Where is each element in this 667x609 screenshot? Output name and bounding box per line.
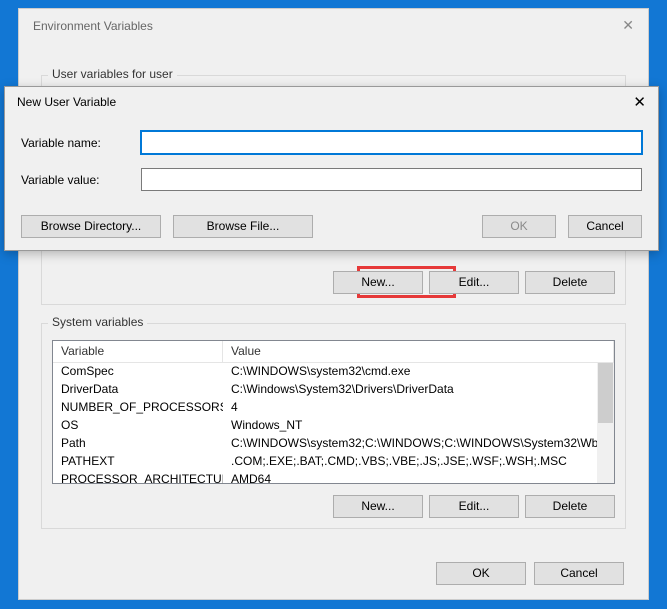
- cell-variable: ComSpec: [53, 363, 223, 381]
- sys-new-button[interactable]: New...: [333, 495, 423, 518]
- dialog-ok-button[interactable]: OK: [482, 215, 556, 238]
- user-edit-button[interactable]: Edit...: [429, 271, 519, 294]
- cell-variable: DriverData: [53, 381, 223, 399]
- name-field-row: Variable name:: [21, 131, 642, 154]
- value-field-row: Variable value:: [21, 168, 642, 191]
- table-header: Variable Value: [53, 341, 614, 363]
- table-row[interactable]: PATHEXT.COM;.EXE;.BAT;.CMD;.VBS;.VBE;.JS…: [53, 453, 614, 471]
- cell-value: Windows_NT: [223, 417, 614, 435]
- col-value[interactable]: Value: [223, 341, 614, 362]
- dialog-title: New User Variable: [5, 87, 658, 117]
- variable-value-input[interactable]: [141, 168, 642, 191]
- table-row[interactable]: PROCESSOR_ARCHITECTUREAMD64: [53, 471, 614, 484]
- new-user-variable-dialog: New User Variable ✕ Variable name: Varia…: [4, 86, 659, 251]
- cell-variable: NUMBER_OF_PROCESSORS: [53, 399, 223, 417]
- table-row[interactable]: PathC:\WINDOWS\system32;C:\WINDOWS;C:\WI…: [53, 435, 614, 453]
- ok-button[interactable]: OK: [436, 562, 526, 585]
- dialog-buttons-row: Browse Directory... Browse File... OK Ca…: [21, 215, 642, 238]
- cell-variable: OS: [53, 417, 223, 435]
- cell-value: AMD64: [223, 471, 614, 484]
- cell-value: C:\Windows\System32\Drivers\DriverData: [223, 381, 614, 399]
- variable-name-label: Variable name:: [21, 136, 141, 150]
- cell-value: 4: [223, 399, 614, 417]
- sys-edit-button[interactable]: Edit...: [429, 495, 519, 518]
- cancel-button[interactable]: Cancel: [534, 562, 624, 585]
- close-icon[interactable]: ✕: [622, 17, 634, 34]
- scrollbar[interactable]: [597, 363, 614, 483]
- cell-variable: Path: [53, 435, 223, 453]
- col-variable[interactable]: Variable: [53, 341, 223, 362]
- user-variables-title: User variables for user: [48, 67, 177, 81]
- user-delete-button[interactable]: Delete: [525, 271, 615, 294]
- browse-directory-button[interactable]: Browse Directory...: [21, 215, 161, 238]
- dialog-close-icon[interactable]: ✕: [633, 93, 646, 111]
- cell-value: C:\WINDOWS\system32;C:\WINDOWS;C:\WINDOW…: [223, 435, 614, 453]
- user-new-button[interactable]: New...: [333, 271, 423, 294]
- browse-file-button[interactable]: Browse File...: [173, 215, 313, 238]
- system-variables-title: System variables: [48, 315, 147, 329]
- system-variables-group: System variables Variable Value ComSpecC…: [41, 323, 626, 529]
- dialog-cancel-button[interactable]: Cancel: [568, 215, 642, 238]
- variable-name-input[interactable]: [141, 131, 642, 154]
- footer-buttons: OK Cancel: [436, 562, 624, 585]
- table-body: ComSpecC:\WINDOWS\system32\cmd.exeDriver…: [53, 363, 614, 484]
- cell-variable: PATHEXT: [53, 453, 223, 471]
- user-buttons-row: New... Edit... Delete: [333, 271, 615, 294]
- scrollbar-thumb[interactable]: [598, 363, 613, 423]
- variable-value-label: Variable value:: [21, 173, 141, 187]
- sys-delete-button[interactable]: Delete: [525, 495, 615, 518]
- table-row[interactable]: NUMBER_OF_PROCESSORS4: [53, 399, 614, 417]
- cell-value: C:\WINDOWS\system32\cmd.exe: [223, 363, 614, 381]
- cell-variable: PROCESSOR_ARCHITECTURE: [53, 471, 223, 484]
- table-row[interactable]: ComSpecC:\WINDOWS\system32\cmd.exe: [53, 363, 614, 381]
- sys-buttons-row: New... Edit... Delete: [333, 495, 615, 518]
- cell-value: .COM;.EXE;.BAT;.CMD;.VBS;.VBE;.JS;.JSE;.…: [223, 453, 614, 471]
- table-row[interactable]: DriverDataC:\Windows\System32\Drivers\Dr…: [53, 381, 614, 399]
- table-row[interactable]: OSWindows_NT: [53, 417, 614, 435]
- system-variables-table[interactable]: Variable Value ComSpecC:\WINDOWS\system3…: [52, 340, 615, 484]
- window-title: Environment Variables: [19, 9, 648, 43]
